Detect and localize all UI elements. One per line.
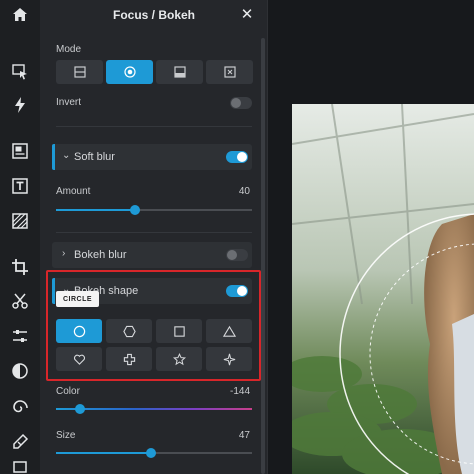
panel-scrollbar[interactable] — [261, 38, 265, 474]
photo-image[interactable] — [292, 104, 474, 474]
size-slider-thumb[interactable] — [146, 448, 156, 458]
mode-linear-button[interactable] — [56, 60, 103, 84]
color-slider-thumb[interactable] — [75, 404, 85, 414]
mode-circle-button[interactable] — [106, 60, 153, 84]
amount-slider[interactable] — [56, 205, 252, 215]
chevron-right-icon: › — [62, 248, 66, 259]
adjustments-icon[interactable] — [8, 324, 32, 348]
crop-icon[interactable] — [8, 255, 32, 279]
size-slider[interactable] — [56, 448, 252, 458]
bottom-mode-icon — [173, 66, 186, 78]
size-value: 47 — [238, 430, 250, 441]
home-icon[interactable] — [8, 3, 32, 27]
bokeh-blur-section[interactable]: › Bokeh blur — [52, 242, 252, 268]
circle-mode-icon — [123, 66, 136, 78]
bokeh-blur-title: Bokeh blur — [74, 249, 127, 261]
cutout-icon[interactable] — [8, 289, 32, 313]
texture-icon[interactable] — [8, 209, 32, 233]
tool-rail — [0, 0, 40, 474]
quick-actions-icon[interactable] — [8, 93, 32, 117]
circle-tooltip: CIRCLE — [56, 291, 100, 307]
amount-label: Amount — [56, 186, 91, 197]
divider — [56, 126, 252, 127]
more-tools-icon[interactable] — [8, 460, 32, 474]
amount-slider-thumb[interactable] — [130, 205, 140, 215]
mode-box-button[interactable] — [206, 60, 253, 84]
soft-blur-toggle[interactable] — [226, 151, 248, 163]
amount-slider-fill — [56, 209, 134, 211]
effects-icon[interactable] — [8, 359, 32, 383]
color-label: Color — [56, 386, 80, 397]
highlight-annotation — [46, 270, 261, 381]
spiral-icon[interactable] — [8, 395, 32, 419]
size-slider-fill — [56, 452, 150, 454]
mode-label: Mode — [56, 44, 82, 55]
layout-icon[interactable] — [8, 139, 32, 163]
invert-label: Invert — [56, 97, 82, 108]
select-tool-icon[interactable] — [8, 60, 32, 84]
amount-value: 40 — [238, 186, 250, 197]
color-slider[interactable] — [56, 404, 252, 414]
divider — [56, 232, 252, 233]
close-icon[interactable]: ✕ — [239, 7, 255, 23]
toggle-knob — [237, 152, 247, 162]
mode-bottom-button[interactable] — [156, 60, 203, 84]
color-value: -144 — [229, 386, 250, 397]
box-mode-icon — [223, 66, 236, 78]
bokeh-blur-toggle[interactable] — [226, 249, 248, 261]
toggle-knob — [231, 98, 241, 108]
panel-title: Focus / Bokeh — [112, 8, 195, 22]
soft-blur-section[interactable]: ⌄ Soft blur — [52, 144, 252, 170]
section-accent — [52, 144, 55, 170]
linear-mode-icon — [73, 66, 86, 78]
app-window: Focus / Bokeh ✕ Mode Invert ⌄ Soft blur … — [0, 0, 474, 474]
soft-blur-title: Soft blur — [74, 151, 115, 163]
text-tool-icon[interactable] — [8, 174, 32, 198]
size-label: Size — [56, 430, 76, 441]
chevron-down-icon: ⌄ — [62, 150, 71, 161]
retouch-icon[interactable] — [8, 430, 32, 454]
invert-toggle[interactable] — [230, 97, 252, 109]
toggle-knob — [227, 250, 237, 260]
